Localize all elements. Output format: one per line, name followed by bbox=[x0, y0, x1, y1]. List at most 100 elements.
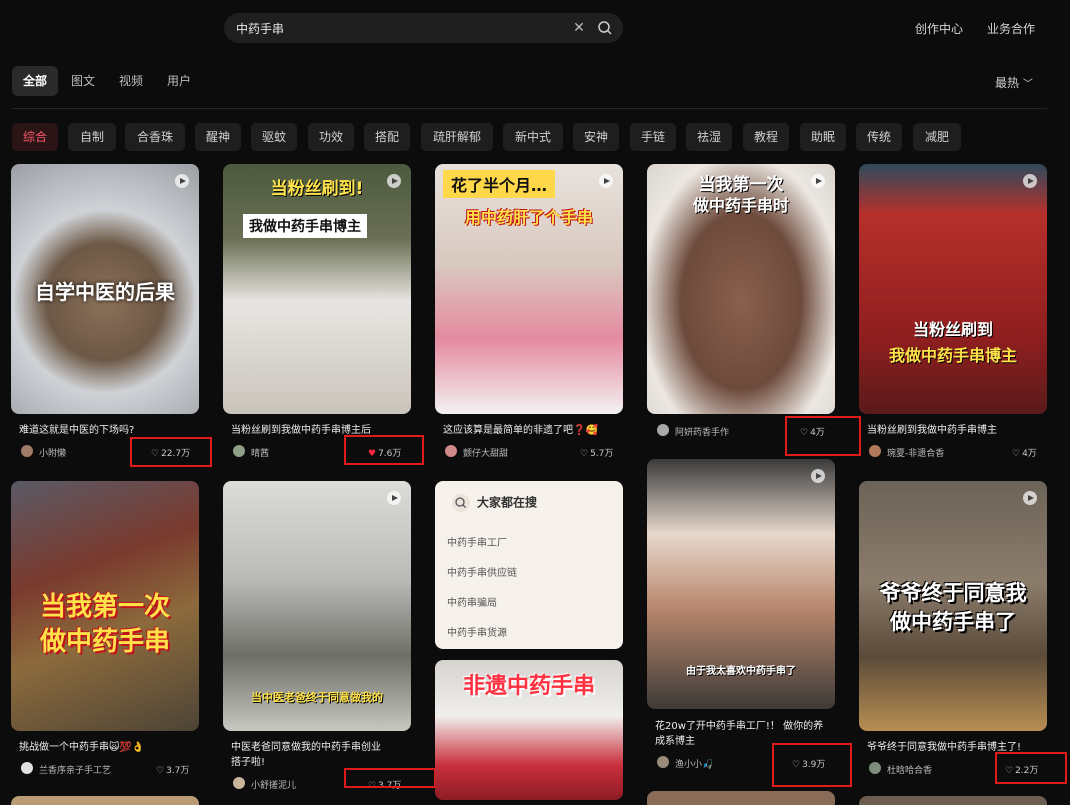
card-title[interactable]: 当粉丝刷到我做中药手串博主 bbox=[867, 423, 1045, 438]
divider bbox=[12, 108, 1047, 109]
tab-all[interactable]: 全部 bbox=[12, 66, 58, 96]
thumbnail-caption: 非遗中药手串 bbox=[462, 674, 595, 699]
suggestion-header: 大家都在搜 bbox=[451, 493, 537, 513]
play-icon bbox=[811, 469, 825, 483]
avatar[interactable] bbox=[869, 762, 881, 774]
chip-item[interactable]: 祛湿 bbox=[686, 123, 732, 151]
card-title[interactable]: 挑战做一个中药手串🙀💯👌 bbox=[19, 740, 197, 755]
card-thumbnail[interactable] bbox=[11, 796, 199, 805]
card-author[interactable]: 琬夏-非遗合香 bbox=[887, 446, 944, 459]
chip-item[interactable]: 驱蚊 bbox=[251, 123, 297, 151]
avatar[interactable] bbox=[233, 777, 245, 789]
avatar[interactable] bbox=[657, 424, 669, 436]
card-thumbnail[interactable] bbox=[647, 791, 835, 805]
chevron-down-icon: ﹀ bbox=[1022, 79, 1033, 90]
business-link[interactable]: 业务合作 bbox=[987, 20, 1035, 37]
card-thumbnail[interactable]: 由于我太喜欢中药手串了 bbox=[647, 459, 835, 709]
card-thumbnail[interactable] bbox=[859, 796, 1047, 805]
chip-item[interactable]: 助眠 bbox=[800, 123, 846, 151]
suggestion-item[interactable]: 中药手串货源 bbox=[447, 624, 507, 639]
card-thumbnail[interactable]: 爷爷终于同意我 做中药手串了 bbox=[859, 481, 1047, 731]
card-thumbnail[interactable]: 当我第一次 做中药手串时 bbox=[647, 164, 835, 414]
tab-user[interactable]: 用户 bbox=[158, 66, 200, 96]
card-thumbnail[interactable]: 当中医老爸终于同意做我的 bbox=[223, 481, 411, 731]
suggestion-title: 大家都在搜 bbox=[477, 495, 538, 510]
thumbnail-caption-2: 做中药手串时 bbox=[692, 196, 789, 215]
like-value: 5.7万 bbox=[590, 449, 614, 459]
highlight-box bbox=[344, 435, 424, 465]
card-author[interactable]: 颤仔大甜甜 bbox=[463, 446, 508, 459]
avatar[interactable] bbox=[869, 445, 881, 457]
suggestion-item[interactable]: 中药手串供应链 bbox=[447, 564, 517, 579]
suggestion-item[interactable]: 中药手串工厂 bbox=[447, 534, 507, 549]
like-count[interactable]: ♡ 5.7万 bbox=[580, 446, 613, 459]
thumbnail-caption: 爷爷终于同意我 bbox=[879, 581, 1027, 605]
card-title[interactable]: 中医老爸同意做我的中药手串创业搭子啦! bbox=[231, 740, 381, 770]
search-bar[interactable]: 中药手串 ✕ bbox=[224, 13, 623, 43]
play-icon bbox=[175, 174, 189, 188]
heart-icon: ♡ bbox=[580, 449, 589, 459]
card-author[interactable]: 晴茜 bbox=[251, 446, 269, 459]
chip-item[interactable]: 减肥 bbox=[913, 123, 961, 151]
avatar[interactable] bbox=[233, 445, 245, 457]
chip-item[interactable]: 自制 bbox=[68, 123, 116, 151]
card-title[interactable]: 这应该算是最简单的非遗了吧❓🥰 bbox=[443, 423, 621, 438]
chip-item[interactable]: 新中式 bbox=[503, 123, 563, 151]
suggestion-item[interactable]: 中药串骗局 bbox=[447, 594, 497, 609]
chip-item[interactable]: 功效 bbox=[308, 123, 354, 151]
play-icon bbox=[1023, 491, 1037, 505]
avatar[interactable] bbox=[445, 445, 457, 457]
chip-item[interactable]: 疏肝解郁 bbox=[421, 123, 493, 151]
highlight-box bbox=[344, 768, 436, 788]
chip-item[interactable]: 搭配 bbox=[364, 123, 410, 151]
close-icon[interactable]: ✕ bbox=[570, 19, 588, 37]
search-icon[interactable] bbox=[597, 20, 613, 36]
like-count[interactable]: ♡ 3.7万 bbox=[156, 763, 189, 776]
card-title[interactable]: 难道这就是中医的下场吗? bbox=[19, 423, 197, 438]
chip-item[interactable]: 手链 bbox=[630, 123, 676, 151]
card-thumbnail[interactable]: 花了半个月… 用中药肝了个手串 bbox=[435, 164, 623, 414]
card-thumbnail[interactable]: 非遗中药手串 bbox=[435, 660, 623, 800]
chip-item[interactable]: 传统 bbox=[856, 123, 902, 151]
card-thumbnail[interactable]: 当粉丝刷到! 我做中药手串博主 bbox=[223, 164, 411, 414]
play-icon bbox=[599, 174, 613, 188]
sort-dropdown[interactable]: 最热 ﹀ bbox=[995, 74, 1033, 91]
like-count[interactable]: ♡ 4万 bbox=[1012, 446, 1037, 459]
avatar[interactable] bbox=[21, 445, 33, 457]
card-author[interactable]: 小舒搓泥儿 bbox=[251, 778, 296, 791]
avatar[interactable] bbox=[657, 756, 669, 768]
chip-item[interactable]: 醒神 bbox=[195, 123, 241, 151]
play-icon bbox=[387, 491, 401, 505]
search-icon bbox=[452, 494, 470, 512]
card-thumbnail[interactable]: 当粉丝刷到 我做中药手串博主 bbox=[859, 164, 1047, 414]
like-value: 3.7万 bbox=[166, 766, 190, 776]
avatar[interactable] bbox=[21, 762, 33, 774]
card-author[interactable]: 小附懒 bbox=[39, 446, 66, 459]
card-author[interactable]: 渔小小🎣 bbox=[675, 757, 713, 770]
card-thumbnail[interactable]: 当我第一次 做中药手串 bbox=[11, 481, 199, 731]
card-thumbnail[interactable]: 自学中医的后果 bbox=[11, 164, 199, 414]
play-icon bbox=[1023, 174, 1037, 188]
tab-image-text[interactable]: 图文 bbox=[62, 66, 104, 96]
chip-comprehensive[interactable]: 综合 bbox=[12, 123, 58, 151]
search-input[interactable]: 中药手串 bbox=[236, 20, 284, 37]
chip-item[interactable]: 教程 bbox=[743, 123, 789, 151]
thumbnail-caption-2: 做中药手串 bbox=[39, 627, 170, 657]
highlight-box bbox=[785, 416, 861, 456]
heart-icon: ♡ bbox=[1012, 449, 1021, 459]
card-author[interactable]: 杜晗哈合香 bbox=[887, 763, 932, 776]
chip-item[interactable]: 合香珠 bbox=[125, 123, 185, 151]
highlight-box bbox=[995, 752, 1067, 784]
top-bar: 中药手串 ✕ 创作中心 业务合作 bbox=[0, 0, 1070, 56]
creator-center-link[interactable]: 创作中心 bbox=[915, 20, 963, 37]
thumbnail-caption: 花了半个月… bbox=[443, 170, 556, 198]
thumbnail-caption: 当粉丝刷到 bbox=[912, 320, 993, 339]
card-author[interactable]: 兰香序亲子手工艺 bbox=[39, 763, 111, 776]
tab-video[interactable]: 视频 bbox=[110, 66, 152, 96]
thumbnail-caption: 当我第一次 bbox=[39, 592, 170, 622]
card-author[interactable]: 阿妍药香手作 bbox=[675, 425, 729, 438]
highlight-box bbox=[130, 437, 212, 467]
search-suggestion-card: 大家都在搜 中药手串工厂 中药手串供应链 中药串骗局 中药手串货源 bbox=[435, 481, 623, 649]
chip-item[interactable]: 安神 bbox=[573, 123, 619, 151]
thumbnail-caption-2: 我做中药手串博主 bbox=[888, 346, 1017, 365]
